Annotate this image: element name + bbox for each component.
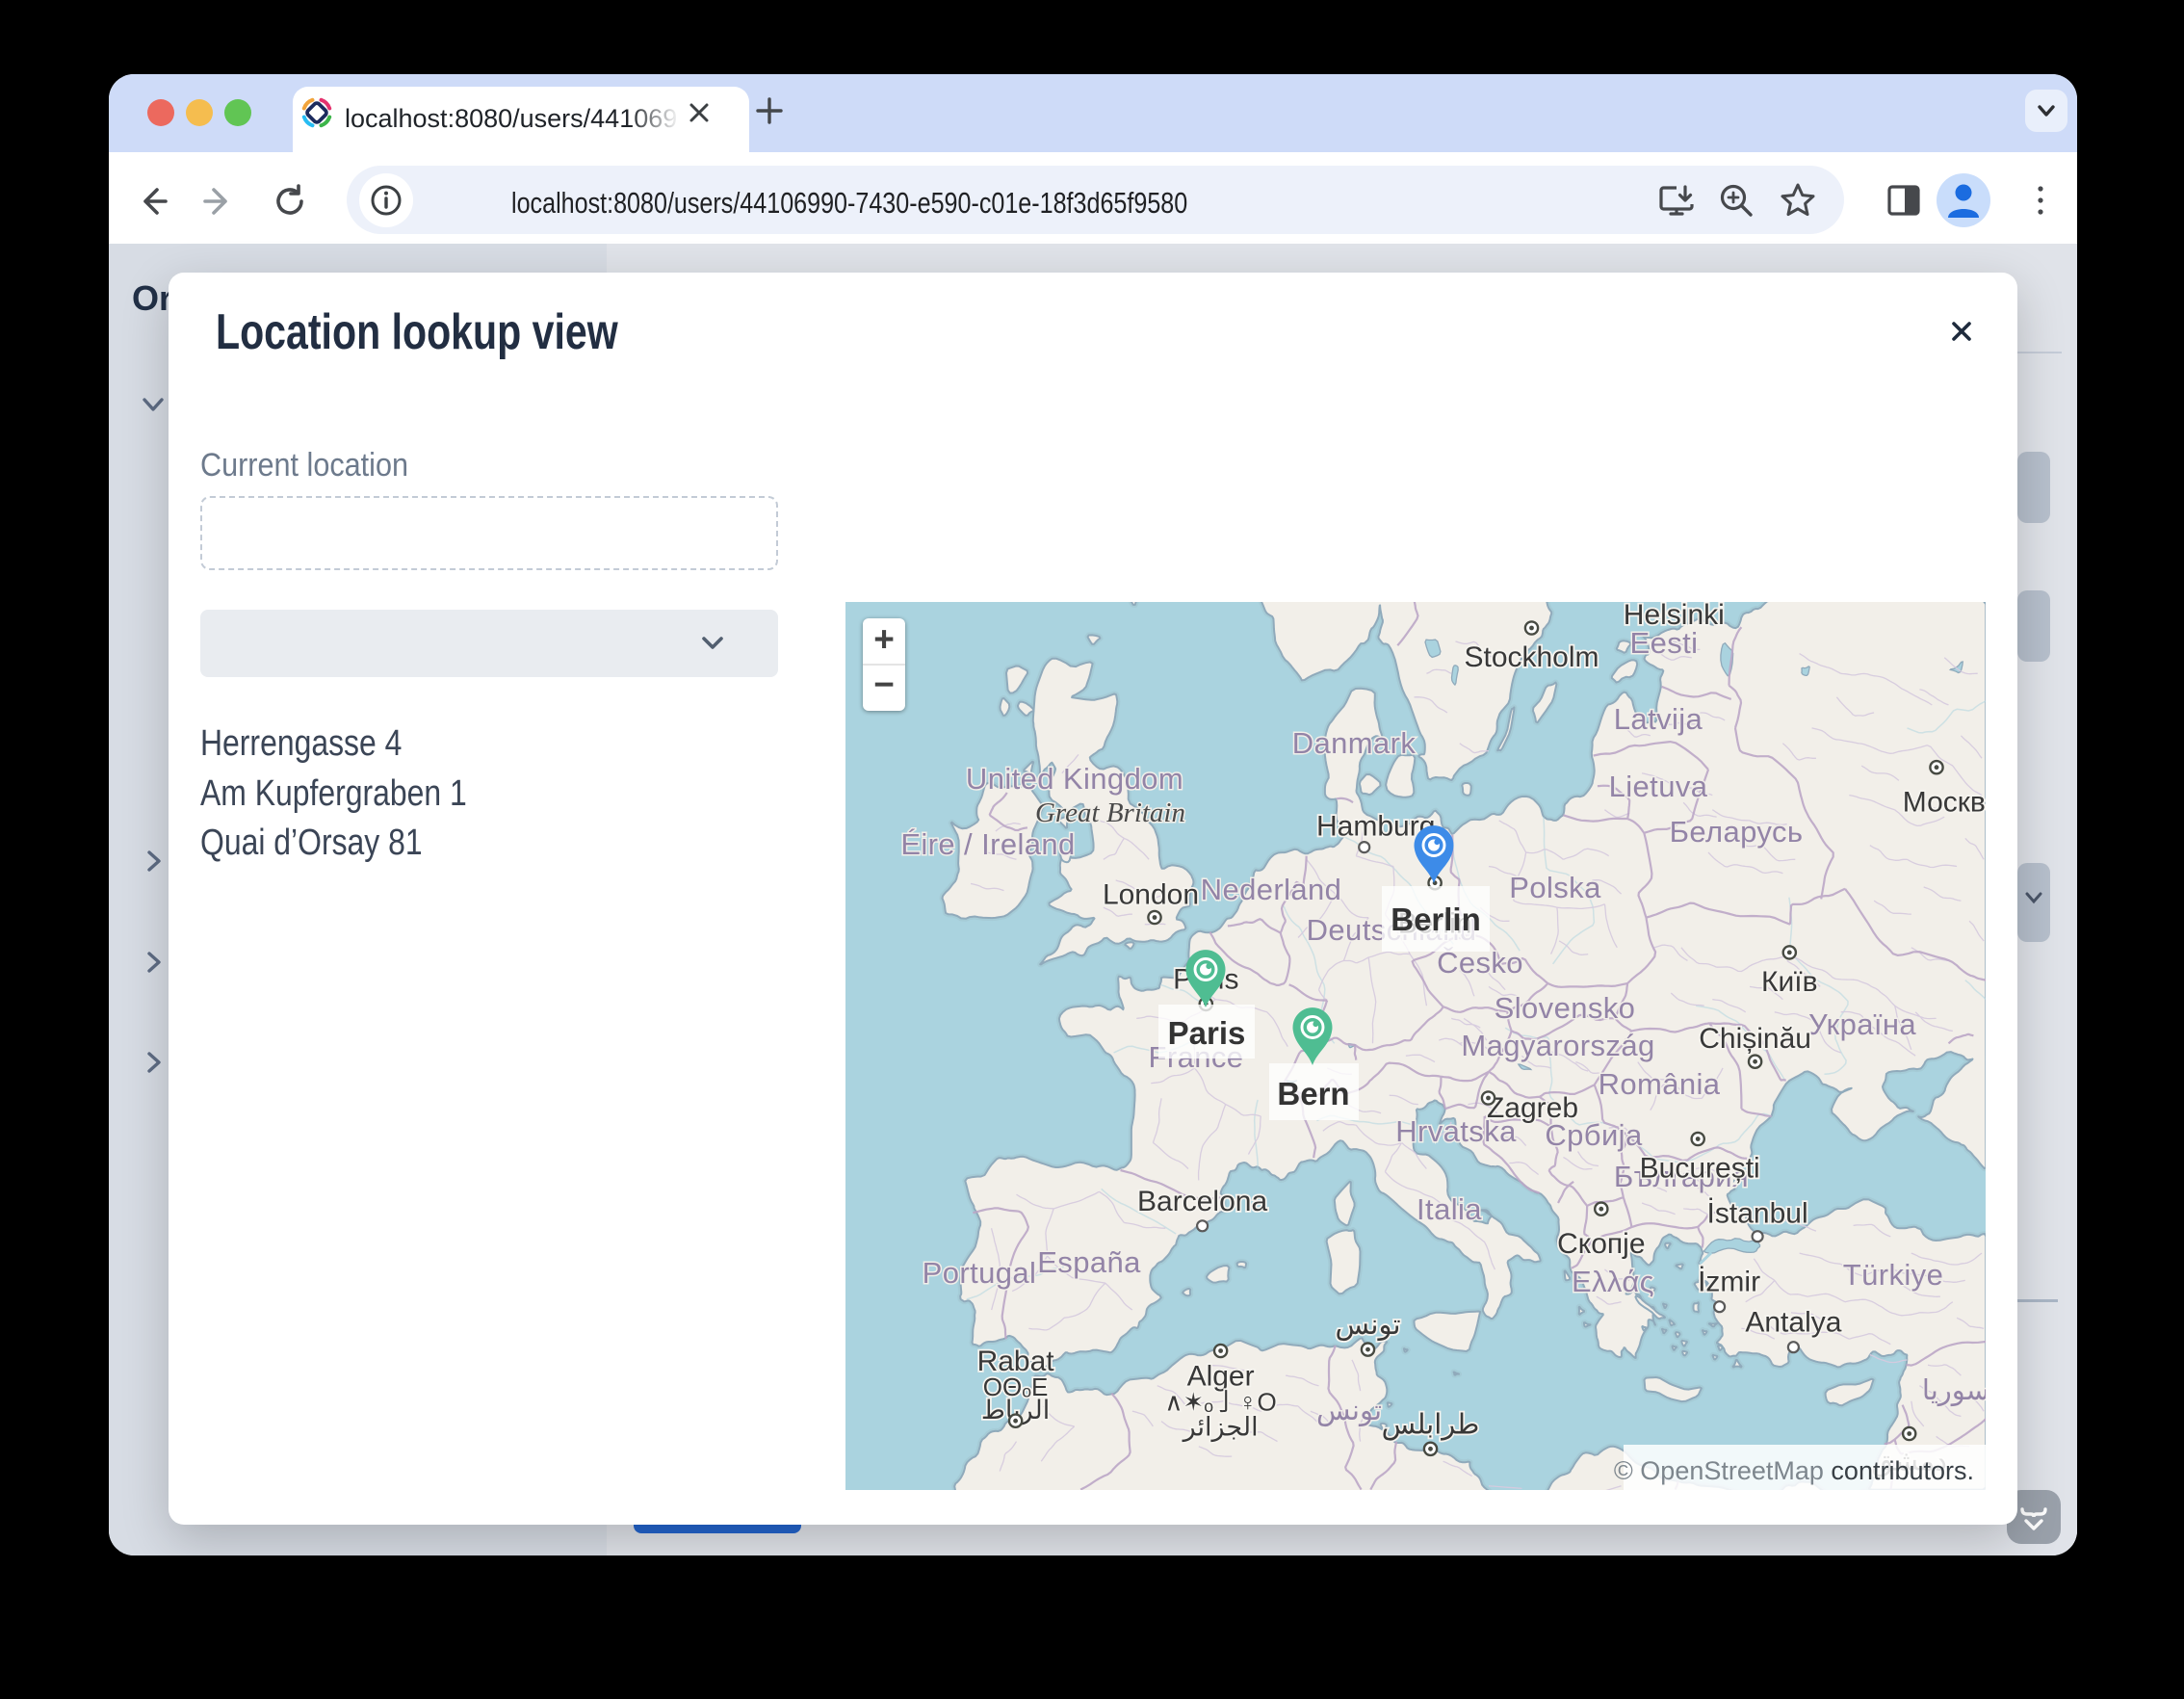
svg-text:Paris: Paris	[1168, 1015, 1246, 1051]
svg-text:Berlin: Berlin	[1391, 902, 1481, 937]
svg-text:Bern: Bern	[1277, 1076, 1349, 1111]
